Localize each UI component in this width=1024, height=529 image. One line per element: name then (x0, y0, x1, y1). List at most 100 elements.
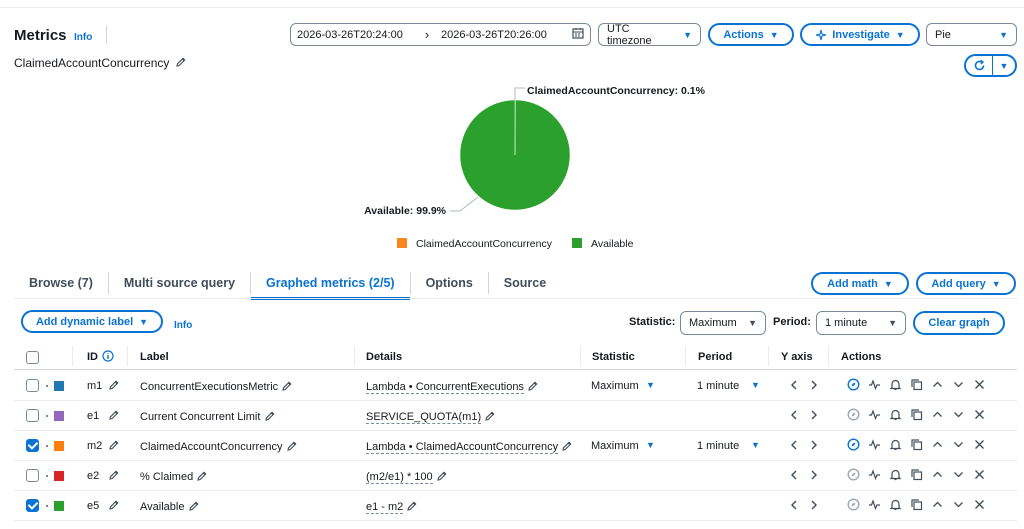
series-color-swatch[interactable] (54, 441, 64, 451)
close-icon[interactable] (972, 437, 987, 452)
activity-icon[interactable] (867, 437, 882, 452)
chevron-left-icon[interactable] (789, 407, 799, 427)
bell-icon[interactable] (888, 437, 903, 452)
dynamic-label-info-link[interactable]: Info (174, 320, 192, 331)
activity-icon[interactable] (867, 467, 882, 482)
edit-label-icon[interactable] (188, 501, 200, 513)
tab-options[interactable]: Options (411, 268, 488, 298)
calendar-icon[interactable] (572, 27, 584, 42)
chevron-right-icon[interactable] (809, 497, 819, 517)
add-query-button[interactable]: Add query ▼ (916, 272, 1016, 295)
edit-label-icon[interactable] (286, 441, 298, 453)
row-details-text[interactable]: SERVICE_QUOTA(m1) (366, 411, 482, 424)
row-period[interactable]: 1 minute (697, 440, 739, 452)
edit-label-icon[interactable] (196, 471, 208, 483)
tab-source[interactable]: Source (489, 268, 561, 298)
clear-graph-button[interactable]: Clear graph (913, 311, 1005, 335)
edit-graph-name-icon[interactable] (175, 55, 187, 69)
chevron-up-icon[interactable] (930, 497, 945, 512)
edit-details-icon[interactable] (436, 471, 448, 483)
copy-icon[interactable] (909, 467, 924, 482)
tab-multi-source-query[interactable]: Multi source query (109, 268, 250, 298)
copy-icon[interactable] (909, 377, 924, 392)
copy-icon[interactable] (909, 407, 924, 422)
chevron-down-icon[interactable] (951, 437, 966, 452)
caret-down-icon[interactable]: ▼ (751, 440, 760, 450)
row-statistic[interactable]: Maximum (591, 440, 639, 452)
edit-details-icon[interactable] (484, 411, 496, 423)
chevron-right-icon[interactable] (809, 377, 819, 397)
statistic-select[interactable]: Maximum ▼ (680, 311, 766, 335)
graph-type-select[interactable]: Pie ▼ (926, 23, 1017, 46)
period-select[interactable]: 1 minute ▼ (816, 311, 906, 335)
legend-label[interactable]: Available (591, 238, 634, 250)
row-checkbox[interactable] (26, 499, 39, 512)
edit-label-icon[interactable] (281, 381, 293, 393)
row-checkbox[interactable] (26, 439, 39, 452)
copy-icon[interactable] (909, 497, 924, 512)
chevron-right-icon[interactable] (809, 407, 819, 427)
tab-browse[interactable]: Browse (7) (14, 268, 108, 298)
close-icon[interactable] (972, 407, 987, 422)
compass-icon[interactable] (846, 407, 861, 422)
row-statistic[interactable]: Maximum (591, 380, 639, 392)
chevron-up-icon[interactable] (930, 377, 945, 392)
edit-details-icon[interactable] (406, 501, 418, 513)
series-color-swatch[interactable] (54, 381, 64, 391)
compass-icon[interactable] (846, 377, 861, 392)
chevron-left-icon[interactable] (789, 437, 799, 457)
bell-icon[interactable] (888, 407, 903, 422)
legend-label[interactable]: ClaimedAccountConcurrency (416, 238, 553, 250)
row-period[interactable]: 1 minute (697, 380, 739, 392)
caret-down-icon[interactable]: ▼ (751, 380, 760, 390)
row-details-text[interactable]: e1 - m2 (366, 501, 404, 514)
chevron-left-icon[interactable] (789, 377, 799, 397)
edit-details-icon[interactable] (561, 441, 573, 453)
chevron-left-icon[interactable] (789, 497, 799, 517)
select-all-checkbox[interactable] (26, 351, 39, 364)
timezone-select[interactable]: UTC timezone ▼ (598, 23, 701, 47)
activity-icon[interactable] (867, 407, 882, 422)
add-dynamic-label-button[interactable]: Add dynamic label ▼ (21, 310, 163, 333)
edit-details-icon[interactable] (527, 381, 539, 393)
caret-down-icon[interactable]: ▼ (646, 380, 655, 390)
chevron-down-icon[interactable] (951, 497, 966, 512)
series-color-swatch[interactable] (54, 471, 64, 481)
refresh-button[interactable] (966, 56, 993, 75)
compass-icon[interactable] (846, 497, 861, 512)
pie-slice-available[interactable] (459, 99, 571, 211)
close-icon[interactable] (972, 497, 987, 512)
bell-icon[interactable] (888, 467, 903, 482)
series-color-swatch[interactable] (54, 411, 64, 421)
row-details-text[interactable]: Lambda • ClaimedAccountConcurrency (366, 441, 559, 454)
chevron-up-icon[interactable] (930, 437, 945, 452)
edit-id-icon[interactable] (108, 469, 120, 482)
edit-id-icon[interactable] (108, 409, 120, 422)
close-icon[interactable] (972, 467, 987, 482)
row-checkbox[interactable] (26, 409, 39, 422)
activity-icon[interactable] (867, 497, 882, 512)
edit-id-icon[interactable] (108, 379, 120, 392)
edit-id-icon[interactable] (108, 499, 120, 512)
chevron-down-icon[interactable] (951, 407, 966, 422)
chevron-down-icon[interactable] (951, 467, 966, 482)
title-info-link[interactable]: Info (74, 32, 92, 43)
bell-icon[interactable] (888, 497, 903, 512)
actions-button[interactable]: Actions ▼ (708, 23, 794, 46)
row-checkbox[interactable] (26, 379, 39, 392)
add-math-button[interactable]: Add math ▼ (811, 272, 909, 295)
id-info-icon[interactable] (102, 350, 114, 365)
tab-graphed-metrics[interactable]: Graphed metrics (2/5) (251, 268, 410, 300)
bell-icon[interactable] (888, 377, 903, 392)
edit-id-icon[interactable] (108, 439, 120, 452)
compass-icon[interactable] (846, 467, 861, 482)
activity-icon[interactable] (867, 377, 882, 392)
caret-down-icon[interactable]: ▼ (646, 440, 655, 450)
edit-label-icon[interactable] (264, 411, 276, 423)
chevron-up-icon[interactable] (930, 467, 945, 482)
chevron-up-icon[interactable] (930, 407, 945, 422)
compass-icon[interactable] (846, 437, 861, 452)
chevron-left-icon[interactable] (789, 467, 799, 487)
chevron-right-icon[interactable] (809, 467, 819, 487)
time-range-picker[interactable]: 2026-03-26T20:24:00 › 2026-03-26T20:26:0… (290, 23, 591, 46)
